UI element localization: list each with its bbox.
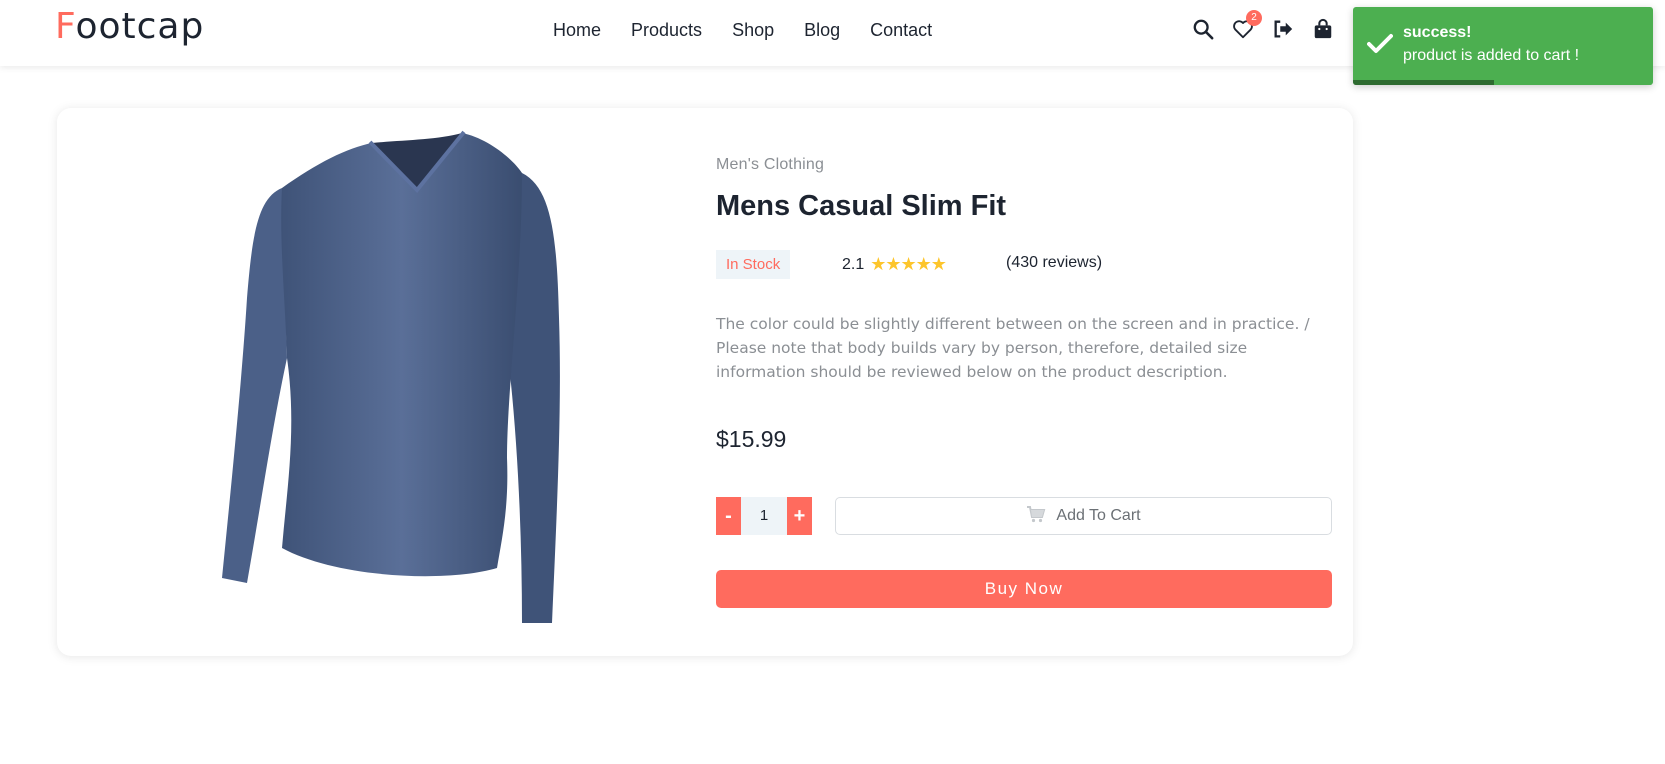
logo[interactable]: Footcap — [55, 6, 204, 47]
toast-progress-bar — [1353, 80, 1494, 85]
product-category: Men's Clothing — [716, 156, 825, 173]
buy-now-button[interactable]: Buy Now — [716, 570, 1332, 608]
toast-message: product is added to cart ! — [1403, 47, 1580, 64]
quantity-value[interactable]: 1 — [741, 497, 787, 535]
product-image — [222, 130, 560, 623]
heart-icon[interactable]: 2 — [1232, 10, 1262, 40]
decrease-quantity-button[interactable]: - — [716, 497, 741, 535]
main-nav: Home Products Shop Blog Contact — [553, 20, 932, 41]
nav-blog[interactable]: Blog — [804, 20, 840, 41]
quantity-stepper: - 1 + — [716, 497, 812, 535]
add-to-cart-button[interactable]: Add To Cart — [835, 497, 1332, 535]
rating-stars-icon: ★★★★★ — [870, 254, 947, 274]
rating-value: 2.1 — [842, 255, 865, 273]
product-title: Mens Casual Slim Fit — [716, 190, 1007, 222]
increase-quantity-button[interactable]: + — [787, 497, 812, 535]
nav-products[interactable]: Products — [631, 20, 702, 41]
check-icon — [1367, 33, 1393, 60]
nav-shop[interactable]: Shop — [732, 20, 774, 41]
logo-text: ootcap — [75, 6, 205, 47]
review-count[interactable]: (430 reviews) — [1006, 254, 1102, 272]
rating: 2.1 ★★★★★ — [842, 254, 947, 275]
toast-title: success! — [1403, 24, 1472, 41]
cart-icon — [1026, 505, 1046, 528]
success-toast[interactable]: success! product is added to cart ! — [1353, 7, 1653, 85]
nav-contact[interactable]: Contact — [870, 20, 932, 41]
product-card: Men's Clothing Mens Casual Slim Fit In S… — [57, 108, 1353, 656]
header-icons: 2 — [1192, 10, 1334, 40]
add-to-cart-label: Add To Cart — [1056, 507, 1141, 524]
logo-first-letter: F — [55, 6, 76, 47]
search-icon[interactable] — [1192, 18, 1214, 40]
product-price: $15.99 — [716, 426, 787, 452]
logout-icon[interactable] — [1272, 18, 1294, 40]
wishlist-count-badge: 2 — [1246, 10, 1262, 26]
nav-home[interactable]: Home — [553, 20, 601, 41]
stock-badge: In Stock — [716, 250, 791, 279]
product-description: The color could be slightly different be… — [716, 315, 1310, 381]
shopping-bag-icon[interactable] — [1312, 18, 1334, 40]
